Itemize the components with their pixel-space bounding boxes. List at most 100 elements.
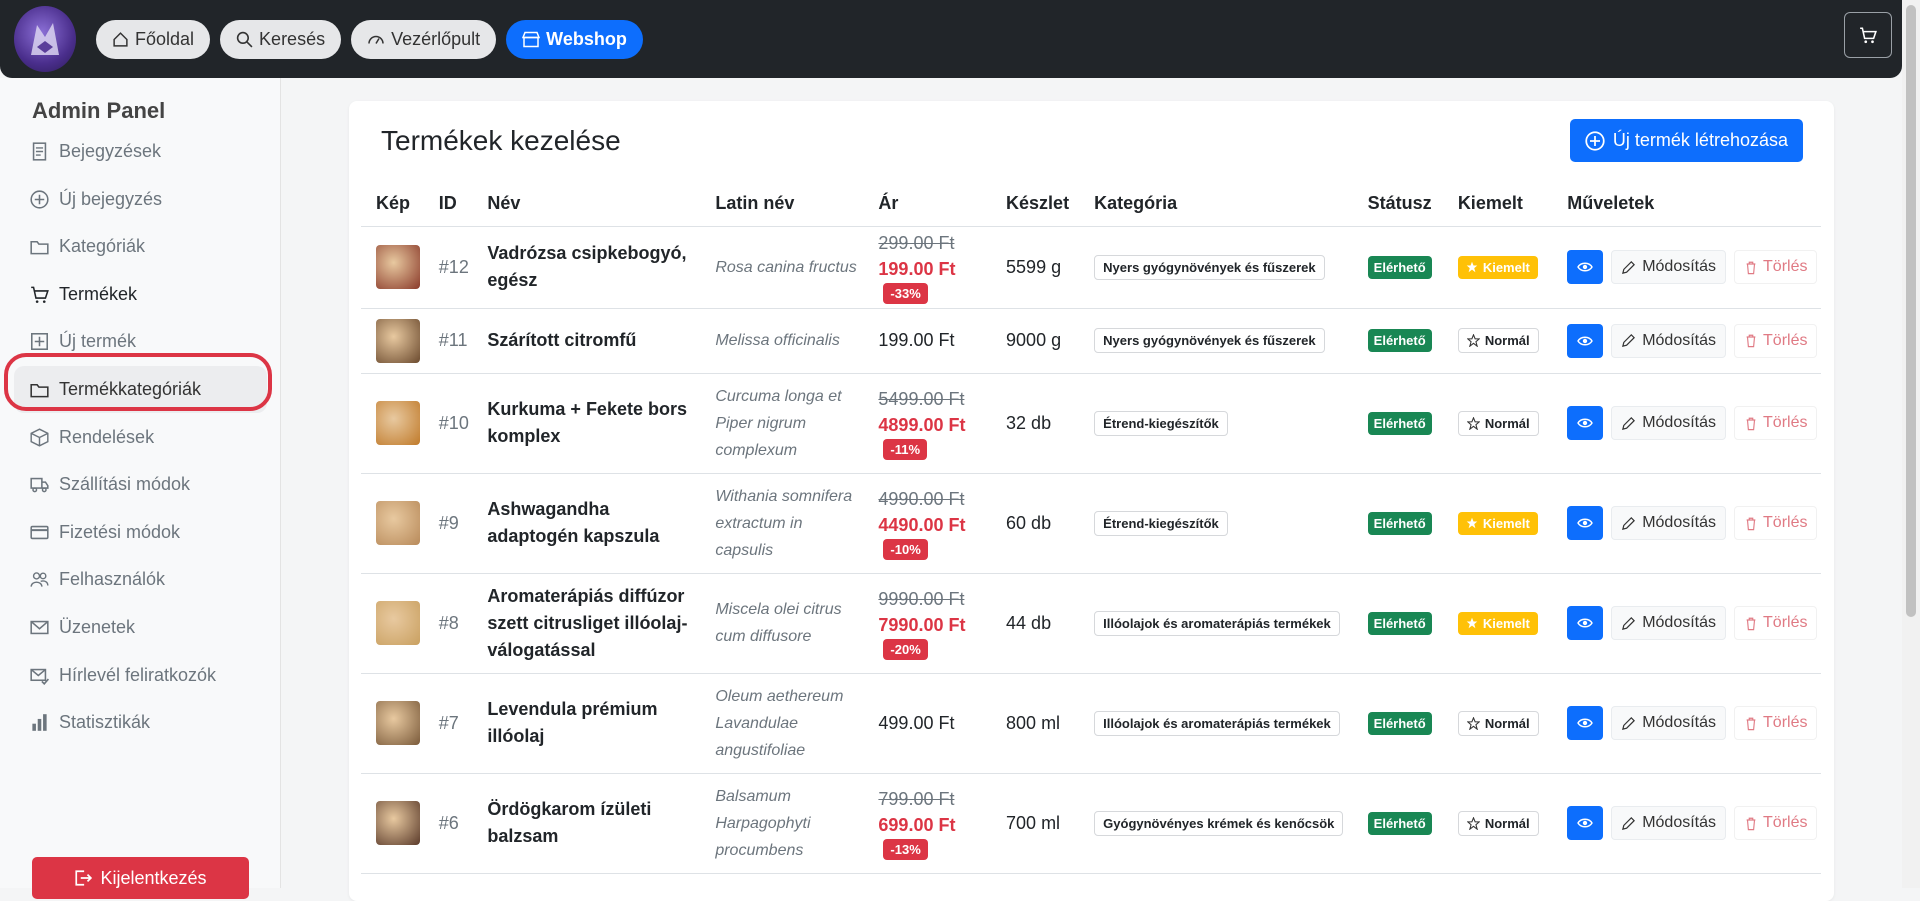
eye-icon: [1577, 418, 1594, 428]
edit-button[interactable]: Módosítás: [1611, 806, 1727, 840]
scrollbar-thumb[interactable]: [1906, 5, 1916, 617]
stock: 5599 g: [991, 226, 1080, 309]
delete-label: Törlés: [1763, 414, 1808, 431]
category-badge: Gyógynövényes krémek és kenőcsök: [1094, 810, 1344, 836]
edit-label: Módosítás: [1642, 258, 1717, 275]
view-button[interactable]: [1567, 606, 1604, 640]
plus-circle-icon: [1585, 130, 1605, 151]
nav-dashboard-button[interactable]: Vezérlőpult: [351, 19, 497, 59]
view-button[interactable]: [1567, 250, 1604, 284]
product-thumbnail: [376, 401, 420, 445]
status-badge: Elérhető: [1367, 711, 1432, 735]
discount-badge: -33%: [883, 283, 928, 304]
view-button[interactable]: [1567, 806, 1604, 840]
trash-icon: [1746, 261, 1756, 274]
envelope-check-icon: [30, 668, 49, 685]
sidebar-item-szállítási-módok[interactable]: Szállítási módok: [14, 461, 267, 508]
discount-badge: -11%: [883, 439, 928, 460]
sidebar-item-üzenetek[interactable]: Üzenetek: [14, 604, 267, 651]
nav-home-button[interactable]: Főoldal: [96, 19, 211, 59]
delete-button[interactable]: Törlés: [1734, 250, 1818, 284]
new-product-button[interactable]: Új termék létrehozása: [1569, 119, 1803, 162]
featured-badge: Normál: [1457, 410, 1539, 436]
category-badge: Étrend-kiegészítők: [1094, 410, 1228, 436]
edit-button[interactable]: Módosítás: [1611, 606, 1727, 640]
delete-button[interactable]: Törlés: [1734, 323, 1818, 358]
sidebar-item-fizetési-módok[interactable]: Fizetési módok: [14, 509, 267, 556]
delete-label: Törlés: [1763, 614, 1808, 631]
featured-label: Kiemelt: [1482, 259, 1530, 275]
view-button[interactable]: [1567, 706, 1604, 740]
sidebar-item-label: Felhasználók: [59, 569, 166, 590]
eye-icon: [1577, 618, 1594, 628]
envelope-icon: [30, 620, 49, 635]
sale-price: 199.00 Ft: [878, 259, 956, 279]
plus-circle-icon: [30, 190, 49, 209]
eye-icon: [1577, 336, 1594, 345]
delete-button[interactable]: Törlés: [1734, 506, 1818, 540]
sidebar-item-statisztikák[interactable]: Statisztikák: [14, 699, 267, 746]
delete-label: Törlés: [1763, 258, 1808, 275]
view-button[interactable]: [1567, 323, 1604, 358]
edit-button[interactable]: Módosítás: [1611, 406, 1727, 440]
product-thumbnail: [376, 701, 420, 745]
delete-button[interactable]: Törlés: [1734, 706, 1818, 740]
view-button[interactable]: [1567, 406, 1604, 440]
stock: 700 ml: [991, 773, 1080, 874]
table-row: #11 Szárított citromfű Melissa officinalis…: [361, 308, 1821, 374]
column-header: ID: [423, 181, 473, 227]
discount-badge: -10%: [883, 539, 928, 560]
folder-icon: [30, 241, 49, 255]
logo[interactable]: [14, 6, 76, 72]
latin-name: Rosa canina fructus: [715, 258, 857, 276]
status-badge: Elérhető: [1367, 255, 1432, 279]
old-price: 5499.00 Ft: [878, 389, 965, 409]
products-table: Kép ID Név Latin név Ár Készlet Kategória Státu…: [361, 181, 1821, 874]
product-thumbnail: [376, 318, 420, 363]
old-price: 299.00 Ft: [878, 233, 955, 253]
table-row: #12 Vadrózsa csipkebogyó, egész Rosa canin…: [361, 226, 1821, 309]
logout-button[interactable]: Kijelentkezés: [32, 857, 249, 899]
stock: 9000 g: [991, 308, 1080, 374]
pencil-icon: [1622, 516, 1636, 530]
nav-webshop-button[interactable]: Webshop: [506, 19, 643, 59]
edit-button[interactable]: Módosítás: [1611, 506, 1727, 540]
sidebar-item-bejegyzések[interactable]: Bejegyzések: [14, 128, 267, 175]
product-name: Ördögkarom ízületi balzsam: [487, 799, 652, 846]
column-header: Kiemelt: [1442, 181, 1553, 227]
sidebar-item-label: Statisztikák: [59, 712, 151, 733]
featured-badge: Normál: [1457, 710, 1539, 736]
sidebar-item-hírlevél-feliratkozók[interactable]: Hírlevél feliratkozók: [14, 652, 267, 699]
sidebar-item-kategóriák[interactable]: Kategóriák: [14, 223, 267, 270]
cart-button[interactable]: [1844, 12, 1892, 58]
latin-name: Oleum aethereum Lavandulae angustifoliae: [715, 687, 844, 759]
delete-button[interactable]: Törlés: [1734, 606, 1818, 640]
delete-button[interactable]: Törlés: [1734, 406, 1818, 440]
shop-icon: [522, 31, 541, 47]
edit-button[interactable]: Módosítás: [1611, 323, 1727, 358]
featured-label: Normál: [1484, 415, 1530, 431]
sidebar-item-rendelések[interactable]: Rendelések: [14, 414, 267, 461]
edit-label: Módosítás: [1642, 331, 1717, 349]
delete-button[interactable]: Törlés: [1734, 806, 1818, 840]
sidebar-item-felhasználók[interactable]: Felhasználók: [14, 556, 267, 603]
stock: 44 db: [991, 573, 1080, 674]
cart-icon: [1860, 27, 1877, 44]
sidebar-item-új-bejegyzés[interactable]: Új bejegyzés: [14, 176, 267, 223]
sidebar-item-termékek[interactable]: Termékek: [14, 271, 267, 318]
latin-name: Curcuma longa et Piper nigrum complexum: [715, 387, 842, 459]
discount-badge: -20%: [883, 639, 928, 660]
stock: 800 ml: [991, 673, 1080, 774]
latin-name: Miscela olei citrus cum diffusore: [715, 601, 842, 645]
nav-search-button[interactable]: Keresés: [220, 19, 342, 59]
product-thumbnail: [376, 801, 420, 845]
edit-button[interactable]: Módosítás: [1611, 250, 1727, 284]
star-filled-icon: [1466, 261, 1478, 273]
sidebar-item-label: Rendelések: [59, 426, 155, 447]
view-button[interactable]: [1567, 506, 1604, 540]
scrollbar[interactable]: [1902, 0, 1920, 888]
trash-icon: [1746, 817, 1756, 830]
edit-button[interactable]: Módosítás: [1611, 706, 1727, 740]
old-price: 799.00 Ft: [878, 789, 955, 809]
speedometer-icon: [368, 35, 384, 44]
